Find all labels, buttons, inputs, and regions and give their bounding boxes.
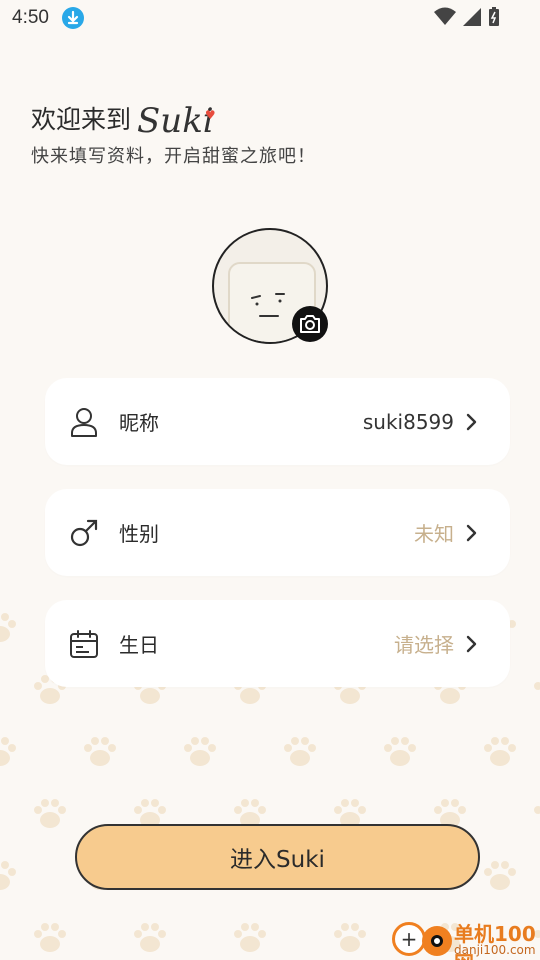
heart-icon: ♥ — [204, 108, 216, 122]
chevron-right-icon — [462, 413, 480, 431]
brand-name: Suki — [137, 101, 214, 141]
calendar-icon — [69, 629, 99, 659]
nickname-label: 昵称 — [119, 411, 159, 435]
eye-icon — [422, 926, 452, 956]
status-bar: 4:50 — [0, 0, 540, 36]
chevron-right-icon — [462, 524, 480, 542]
status-time: 4:50 — [12, 7, 49, 28]
signal-icon — [462, 7, 482, 31]
nickname-row[interactable]: 昵称 suki8599 — [45, 378, 510, 465]
gender-label: 性别 — [119, 522, 159, 546]
welcome-text: 欢迎来到 — [31, 105, 132, 134]
welcome-heading: 欢迎来到 Suki ♥ — [31, 100, 216, 138]
gender-row[interactable]: 性别 未知 — [45, 489, 510, 576]
birthday-label: 生日 — [119, 633, 159, 657]
watermark-logo: + 单机100网 danji100.com — [392, 916, 540, 960]
avatar-upload[interactable] — [212, 228, 328, 344]
chevron-right-icon — [462, 635, 480, 653]
nickname-value: suki8599 — [362, 409, 454, 434]
watermark-url: danji100.com — [454, 943, 536, 957]
subtitle: 快来填写资料，开启甜蜜之旅吧！ — [31, 146, 316, 167]
download-icon — [62, 7, 84, 29]
camera-icon[interactable] — [292, 306, 328, 342]
gender-value: 未知 — [414, 522, 454, 546]
male-icon — [69, 518, 99, 548]
wifi-icon — [434, 7, 456, 31]
suki-logo: Suki ♥ — [137, 104, 216, 138]
birthday-value: 请选择 — [394, 633, 454, 657]
enter-suki-button[interactable]: 进入Suki — [75, 824, 480, 890]
plus-icon: + — [392, 922, 426, 956]
battery-icon — [488, 7, 500, 31]
person-icon — [69, 407, 99, 437]
birthday-row[interactable]: 生日 请选择 — [45, 600, 510, 687]
